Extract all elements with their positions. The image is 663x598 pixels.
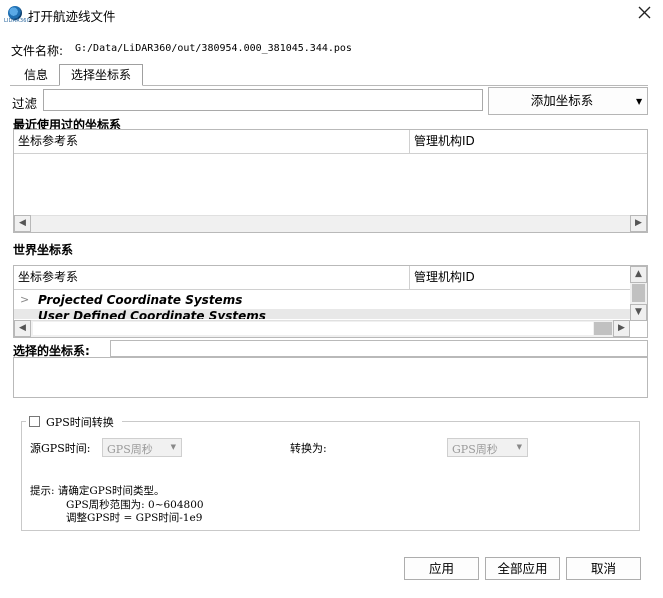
scroll-right-icon[interactable]: ▶ bbox=[613, 320, 630, 337]
chevron-right-icon[interactable]: > bbox=[20, 291, 29, 309]
scroll-up-icon[interactable]: ▲ bbox=[630, 266, 647, 283]
tree-row-projected[interactable]: > Projected Coordinate Systems bbox=[14, 291, 630, 309]
scroll-left-icon[interactable]: ◀ bbox=[14, 215, 31, 232]
tree-row-user-defined[interactable]: User Defined Coordinate Systems bbox=[14, 309, 630, 319]
tree-row-label: User Defined Coordinate Systems bbox=[38, 309, 266, 319]
source-gps-time-label: 源GPS时间: bbox=[30, 442, 91, 455]
apply-button[interactable]: 应用 bbox=[404, 557, 479, 580]
target-gps-time-value: GPS周秒 bbox=[452, 443, 498, 456]
add-coordinate-system-button[interactable]: 添加坐标系 ▼ bbox=[488, 87, 648, 115]
window-title: 打开航迹线文件 bbox=[28, 9, 116, 24]
scroll-thumb[interactable] bbox=[594, 322, 612, 335]
selected-coordinate-system-details bbox=[13, 357, 648, 398]
close-button[interactable] bbox=[632, 2, 656, 24]
column-header-authority-id[interactable]: 管理机构ID bbox=[410, 266, 630, 290]
hint-text: 提示: 请确定GPS时间类型。 bbox=[30, 485, 165, 497]
source-gps-time-select[interactable]: GPS周秒 ▼ bbox=[102, 438, 182, 457]
logo-text: LIDAR360 bbox=[4, 18, 31, 24]
gps-time-conversion-label: GPS时间转换 bbox=[46, 416, 114, 429]
file-path: G:/Data/LiDAR360/out/380954.000_381045.3… bbox=[75, 43, 352, 54]
cancel-button[interactable]: 取消 bbox=[566, 557, 641, 580]
gps-time-conversion-checkbox[interactable] bbox=[29, 416, 40, 427]
tab-select-coordinate-system[interactable]: 选择坐标系 bbox=[59, 64, 143, 86]
convert-to-label: 转换为: bbox=[290, 442, 327, 455]
column-header-crs[interactable]: 坐标参考系 bbox=[14, 266, 410, 290]
horizontal-scrollbar[interactable]: ◀ ▶ bbox=[14, 215, 647, 232]
column-header-authority-id[interactable]: 管理机构ID bbox=[410, 130, 647, 154]
filter-label: 过滤 bbox=[12, 96, 38, 111]
world-coordinate-systems-table[interactable]: 坐标参考系 管理机构ID > Projected Coordinate Syst… bbox=[13, 265, 648, 338]
scroll-track[interactable] bbox=[33, 322, 593, 335]
apply-all-button[interactable]: 全部应用 bbox=[485, 557, 560, 580]
tree-row-label: Projected Coordinate Systems bbox=[38, 293, 243, 307]
horizontal-scrollbar[interactable]: ◀ ▶ bbox=[14, 320, 630, 337]
close-icon bbox=[638, 6, 651, 19]
file-name-label: 文件名称: bbox=[11, 44, 64, 58]
target-gps-time-select[interactable]: GPS周秒 ▼ bbox=[447, 438, 528, 457]
scroll-thumb[interactable] bbox=[632, 284, 645, 302]
world-coordinate-systems-title: 世界坐标系 bbox=[13, 243, 74, 257]
tab-info[interactable]: 信息 bbox=[14, 66, 58, 85]
add-coordinate-system-label: 添加坐标系 bbox=[530, 93, 594, 108]
recent-coordinate-systems-table[interactable]: 坐标参考系 管理机构ID ◀ ▶ bbox=[13, 129, 648, 233]
gps-time-conversion-toggle[interactable]: GPS时间转换 bbox=[26, 412, 122, 430]
dropdown-arrow-icon: ▼ bbox=[636, 97, 643, 106]
dropdown-arrow-icon: ▼ bbox=[170, 443, 176, 451]
hint-adjusted-gps-time: 调整GPS时 = GPS时间-1e9 bbox=[66, 512, 203, 524]
scroll-left-icon[interactable]: ◀ bbox=[14, 320, 31, 337]
scroll-right-icon[interactable]: ▶ bbox=[630, 215, 647, 232]
selected-coordinate-system-input[interactable] bbox=[110, 340, 648, 357]
source-gps-time-value: GPS周秒 bbox=[107, 443, 153, 456]
vertical-scrollbar[interactable]: ▲ ▼ bbox=[630, 266, 647, 321]
filter-input[interactable] bbox=[43, 89, 483, 111]
dropdown-arrow-icon: ▼ bbox=[516, 443, 522, 451]
column-header-crs[interactable]: 坐标参考系 bbox=[14, 130, 410, 154]
title-bar: LIDAR360 打开航迹线文件 bbox=[0, 0, 663, 30]
scroll-down-icon[interactable]: ▼ bbox=[630, 304, 647, 321]
